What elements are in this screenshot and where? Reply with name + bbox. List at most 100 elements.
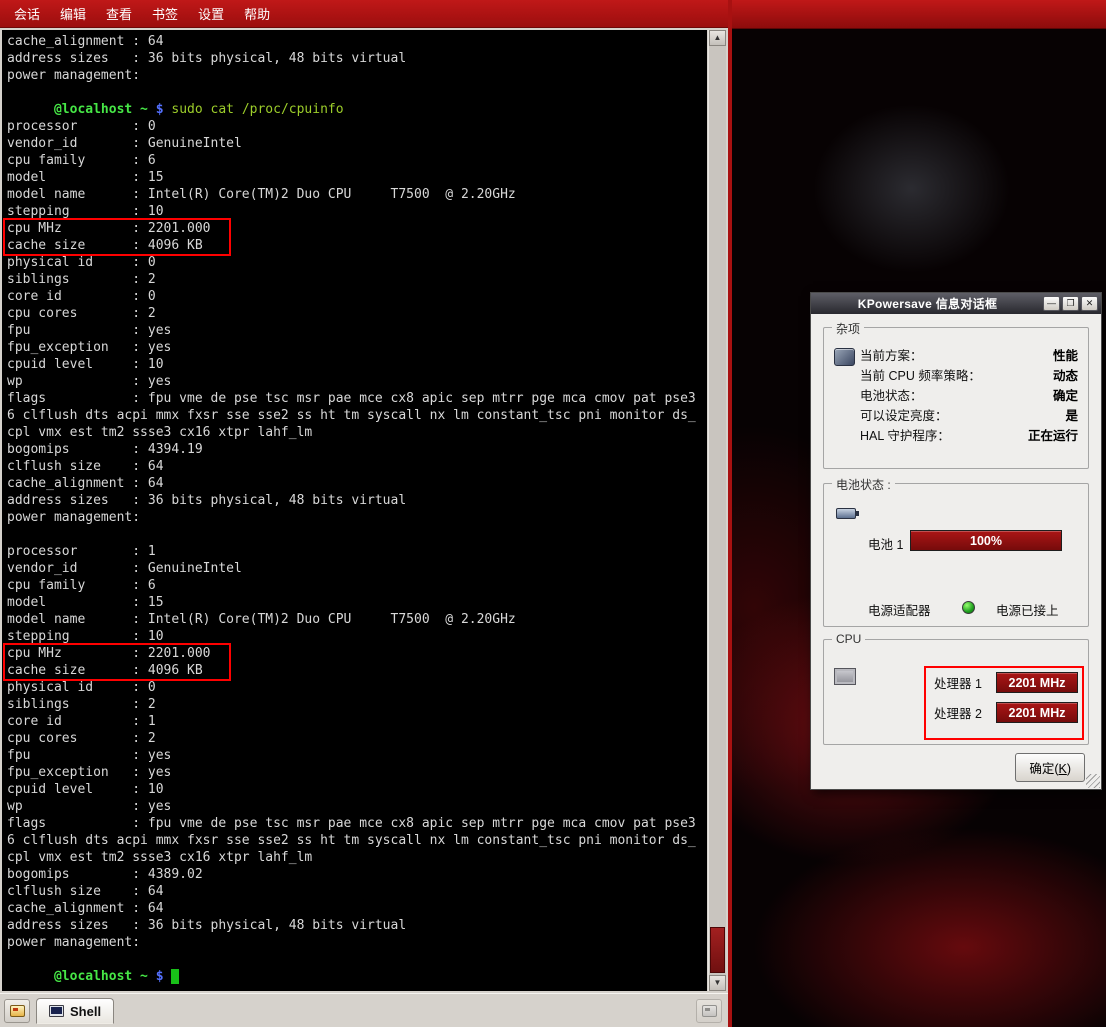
- cpu-frequency-bar: 2201 MHz: [996, 672, 1078, 693]
- terminal-line: physical id : 0: [7, 254, 707, 271]
- terminal-line: fpu : yes: [7, 322, 707, 339]
- menu-item[interactable]: 查看: [96, 0, 142, 27]
- terminal-line: cache_alignment : 64: [7, 475, 707, 492]
- terminal-line: stepping : 10: [7, 203, 707, 220]
- terminal-line: @localhost ~ $ sudo cat /proc/cpuinfo: [7, 101, 707, 118]
- terminal-line: @localhost ~ $: [7, 968, 707, 985]
- terminal-line: address sizes : 36 bits physical, 48 bit…: [7, 492, 707, 509]
- info-row: 可以设定亮度：是: [860, 406, 1078, 426]
- tab-shell-label: Shell: [70, 1004, 101, 1019]
- info-row: 电池状态： 确定: [860, 386, 1078, 406]
- terminal-line: fpu_exception : yes: [7, 339, 707, 356]
- terminal-tab-bar: Shell: [0, 993, 728, 1027]
- group-battery: 电池状态 : 电池 1 100% 电源适配器 电源已接上: [823, 483, 1089, 627]
- terminal-line: cpu MHz : 2201.000: [7, 645, 707, 662]
- terminal-line: siblings : 2: [7, 271, 707, 288]
- info-value: 确定: [1053, 386, 1078, 406]
- terminal-line: address sizes : 36 bits physical, 48 bit…: [7, 50, 707, 67]
- info-row: HAL 守护程序：正在运行: [860, 426, 1078, 446]
- terminal-line: core id : 1: [7, 713, 707, 730]
- terminal-line: wp : yes: [7, 373, 707, 390]
- terminal-line: processor : 1: [7, 543, 707, 560]
- info-value: 性能: [1053, 346, 1078, 366]
- info-label: 电池状态：: [860, 386, 923, 406]
- terminal-line: cache_alignment : 64: [7, 33, 707, 50]
- scroll-down-icon[interactable]: ▼: [709, 975, 726, 991]
- minimize-icon[interactable]: —: [1043, 296, 1060, 311]
- menu-bar: 会话编辑查看书签设置帮助: [0, 0, 728, 28]
- terminal-line: cache size : 4096 KB: [7, 662, 707, 679]
- terminal-line: cache size : 4096 KB: [7, 237, 707, 254]
- terminal-window: 会话编辑查看书签设置帮助 cache_alignment : 64address…: [0, 0, 728, 1027]
- terminal-cursor: [171, 969, 179, 984]
- terminal-frame: cache_alignment : 64address sizes : 36 b…: [0, 28, 728, 993]
- terminal-line: clflush size : 64: [7, 458, 707, 475]
- info-row: 当前方案： 性能: [860, 346, 1078, 366]
- terminal-line: power management:: [7, 934, 707, 951]
- maximize-icon[interactable]: ❐: [1062, 296, 1079, 311]
- terminal-line: bogomips : 4394.19: [7, 441, 707, 458]
- terminal-line: cpu cores : 2: [7, 730, 707, 747]
- terminal-line: wp : yes: [7, 798, 707, 815]
- scroll-up-icon[interactable]: ▲: [709, 30, 726, 46]
- info-row: 当前 CPU 频率策略：动态: [860, 366, 1078, 386]
- terminal-line: cpu family : 6: [7, 577, 707, 594]
- terminal-line: vendor_id : GenuineIntel: [7, 560, 707, 577]
- resize-grip[interactable]: [1086, 774, 1100, 788]
- battery-label: 电池 1: [868, 534, 903, 553]
- battery-progress-bar: 100%: [910, 530, 1062, 551]
- group-battery-title: 电池状态 :: [832, 476, 895, 493]
- kpowersave-dialog: KPowersave 信息对话框 — ❐ ✕ 杂项 当前方案： 性能当前 CPU …: [810, 292, 1102, 790]
- cpu-rows: 处理器 12201 MHz 处理器 2 2201 MHz: [934, 672, 1078, 732]
- terminal-line: power management:: [7, 509, 707, 526]
- terminal-line: cpl vmx est tm2 ssse3 cx16 xtpr lahf_lm: [7, 849, 707, 866]
- new-session-button[interactable]: [4, 999, 30, 1023]
- terminal-line: [7, 951, 707, 968]
- info-value: 动态: [1053, 366, 1078, 386]
- scrollbar-thumb[interactable]: [710, 927, 725, 973]
- terminal-output[interactable]: cache_alignment : 64address sizes : 36 b…: [2, 30, 707, 991]
- info-value: 正在运行: [1028, 426, 1078, 446]
- adapter-label: 电源适配器: [868, 600, 931, 619]
- close-icon[interactable]: ✕: [1081, 296, 1098, 311]
- terminal-scrollbar[interactable]: ▲ ▼: [708, 30, 726, 991]
- cpu-row: 处理器 12201 MHz: [934, 672, 1078, 693]
- dialog-titlebar[interactable]: KPowersave 信息对话框 — ❐ ✕: [811, 293, 1101, 314]
- terminal-line: flags : fpu vme de pse tsc msr pae mce c…: [7, 390, 707, 407]
- group-misc-title: 杂项: [832, 320, 864, 337]
- menu-item[interactable]: 帮助: [234, 0, 280, 27]
- terminal-line: physical id : 0: [7, 679, 707, 696]
- terminal-line: model : 15: [7, 594, 707, 611]
- terminal-line: fpu : yes: [7, 747, 707, 764]
- cpu-row: 处理器 2 2201 MHz: [934, 702, 1078, 723]
- processor-label: 处理器 2: [934, 703, 988, 722]
- terminal-line: stepping : 10: [7, 628, 707, 645]
- info-value: 是: [1065, 406, 1078, 426]
- adapter-led-icon: [962, 601, 975, 614]
- terminal-line: bogomips : 4389.02: [7, 866, 707, 883]
- terminal-line: cpl vmx est tm2 ssse3 cx16 xtpr lahf_lm: [7, 424, 707, 441]
- tabbar-right-icon: [702, 1005, 717, 1017]
- menu-item[interactable]: 设置: [188, 0, 234, 27]
- terminal-line: cache_alignment : 64: [7, 900, 707, 917]
- menu-item[interactable]: 编辑: [50, 0, 96, 27]
- cpu-frequency-bar: 2201 MHz: [996, 702, 1078, 723]
- new-session-icon: [10, 1005, 25, 1017]
- info-label: 当前方案：: [860, 346, 923, 366]
- terminal-line: cpuid level : 10: [7, 356, 707, 373]
- group-cpu: CPU 处理器 12201 MHz处理器 22201 MHz: [823, 639, 1089, 745]
- ok-button[interactable]: 确定(K): [1015, 753, 1085, 782]
- terminal-line: model name : Intel(R) Core(TM)2 Duo CPU …: [7, 611, 707, 628]
- terminal-line: fpu_exception : yes: [7, 764, 707, 781]
- terminal-line: [7, 84, 707, 101]
- cpu-chip-icon: [834, 668, 856, 685]
- terminal-line: cpu cores : 2: [7, 305, 707, 322]
- terminal-line: power management:: [7, 67, 707, 84]
- terminal-line: 6 clflush dts acpi mmx fxsr sse sse2 ss …: [7, 407, 707, 424]
- group-cpu-title: CPU: [832, 632, 865, 646]
- tabbar-right-button[interactable]: [696, 999, 722, 1023]
- menu-item[interactable]: 书签: [142, 0, 188, 27]
- tab-shell[interactable]: Shell: [36, 998, 114, 1024]
- terminal-line: clflush size : 64: [7, 883, 707, 900]
- menu-item[interactable]: 会话: [4, 0, 50, 27]
